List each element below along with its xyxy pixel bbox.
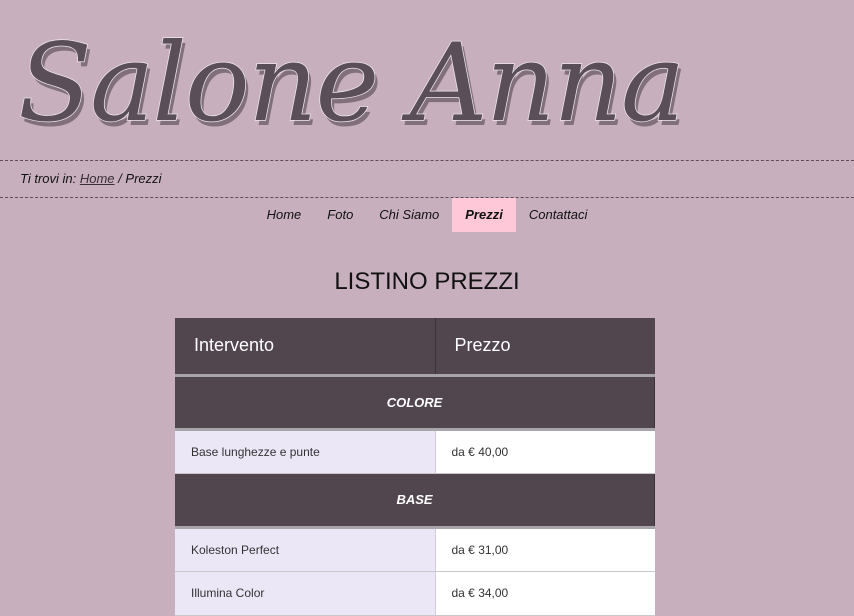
column-header-prezzo: Prezzo — [435, 318, 655, 377]
section-title: COLORE — [175, 375, 655, 431]
site-logo-text: Salone Anna — [18, 21, 683, 146]
main-nav: Home Foto Chi Siamo Prezzi Contattaci — [0, 198, 854, 232]
nav-item-home[interactable]: Home — [254, 198, 315, 232]
price-table: Intervento Prezzo COLORE Base lunghezze … — [175, 318, 655, 616]
nav-item-contattaci[interactable]: Contattaci — [516, 198, 601, 232]
table-row: Koleston Perfect da € 31,00 — [175, 527, 655, 572]
nav-item-chi-siamo[interactable]: Chi Siamo — [366, 198, 452, 232]
breadcrumb-separator: / — [118, 171, 122, 186]
page-title: LISTINO PREZZI — [334, 268, 520, 295]
table-header-row: Intervento Prezzo — [175, 318, 655, 377]
nav-item-prezzi[interactable]: Prezzi — [452, 198, 516, 232]
breadcrumb-home-link[interactable]: Home — [80, 171, 115, 186]
table-row: Illumina Color da € 34,00 — [175, 571, 655, 616]
site-logo: Salone Anna Salone Anna — [17, 20, 688, 151]
service-name: Illumina Color — [175, 571, 436, 616]
section-row-base: BASE — [175, 473, 655, 529]
breadcrumb-current: Prezzi — [125, 171, 162, 186]
nav-item-foto[interactable]: Foto — [314, 198, 366, 232]
breadcrumb: Ti trovi in: Home / Prezzi — [0, 160, 854, 198]
service-price: da € 34,00 — [435, 571, 655, 616]
breadcrumb-prefix: Ti trovi in: — [20, 171, 77, 186]
site-logo-banner: Salone Anna Salone Anna — [0, 0, 854, 160]
service-name: Koleston Perfect — [175, 527, 436, 572]
section-row-colore: COLORE — [175, 375, 655, 431]
service-price: da € 40,00 — [435, 429, 655, 474]
column-header-intervento: Intervento — [175, 318, 436, 377]
service-price: da € 31,00 — [435, 527, 655, 572]
section-title: BASE — [175, 473, 655, 529]
table-row: Base lunghezze e punte da € 40,00 — [175, 429, 655, 474]
service-name: Base lunghezze e punte — [175, 429, 436, 474]
